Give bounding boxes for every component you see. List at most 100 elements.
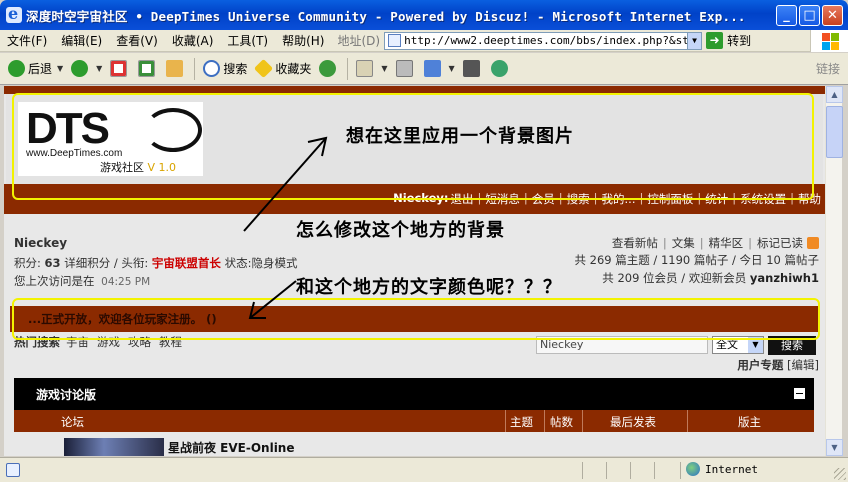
menu-view[interactable]: 查看(V) [109,32,165,49]
messenger-button[interactable] [490,60,511,77]
annotation-bg-change: 怎么修改这个地方的背景 [296,220,505,241]
user-special: 用户专题 [编辑] [737,357,819,373]
stop-button[interactable] [110,60,130,77]
page-status-icon [6,463,20,477]
user-name[interactable]: Nieckey [14,236,67,250]
edit-button[interactable]: ▼ [423,60,455,77]
vertical-scrollbar[interactable]: ▲ ▼ [825,86,843,456]
annotation-bg-image: 想在这里应用一个背景图片 [346,126,574,147]
print-button[interactable] [395,60,416,77]
points-value: 63 [44,256,61,270]
menu-help[interactable]: 帮助(H) [275,32,331,49]
quick-links: 查看新帖 | 文集 | 精华区 | 标记已读 [612,235,819,251]
rss-icon[interactable] [807,237,819,249]
link-mark-read[interactable]: 标记已读 [757,235,803,251]
forum-table-header [14,410,814,432]
user-special-edit[interactable]: [编辑] [787,358,819,372]
maximize-button[interactable]: □ [799,4,820,26]
globe-icon [686,462,700,476]
toolbar-separator [347,57,349,80]
column-last-post: 最后发表 [610,415,656,429]
window-title: 深度时空宇宙社区 • DeepTimes Universe Community … [26,8,746,24]
close-button[interactable]: ✕ [822,4,843,26]
history-button[interactable] [319,60,339,77]
stop-icon [110,60,128,77]
security-zone: Internet [686,462,758,476]
menu-tools[interactable]: 工具(T) [220,32,275,49]
windows-logo-icon [810,29,848,52]
column-forum: 论坛 [61,415,84,429]
scroll-up-icon[interactable]: ▲ [826,86,843,103]
status-label: 状态: [224,256,252,270]
forum-section-title[interactable]: 游戏讨论版 [36,386,96,403]
refresh-icon [138,60,156,77]
points-desc[interactable]: 详细积分 / 头衔: [64,256,148,270]
title-bar: 深度时空宇宙社区 • DeepTimes Universe Community … [0,0,848,30]
forward-button[interactable]: ▼ [71,60,102,77]
points-label: 积分: [14,256,41,270]
back-label: 后退 [28,62,53,76]
discuss-button[interactable] [462,60,483,77]
messenger-icon [490,60,508,77]
menu-edit[interactable]: 编辑(E) [54,32,109,49]
resize-grip-icon[interactable] [834,468,846,480]
go-button[interactable]: ➜ 转到 [706,32,751,49]
go-arrow-icon: ➜ [706,32,724,49]
history-icon [319,60,337,77]
home-button[interactable] [166,60,186,77]
back-button[interactable]: 后退 ▼ [8,60,63,77]
forum-thumbnail[interactable] [64,438,164,456]
page-icon [388,34,402,47]
user-special-label[interactable]: 用户专题 [737,358,783,372]
newest-member[interactable]: yanzhiwh1 [750,271,819,285]
scroll-thumb[interactable] [826,106,843,158]
menu-bar: 文件(F) 编辑(E) 查看(V) 收藏(A) 工具(T) 帮助(H) 地址(D… [0,29,848,52]
refresh-button[interactable] [138,60,158,77]
member-stats-text: 共 209 位会员 / 欢迎新会员 [602,271,747,285]
last-visit-label: 您上次访问是在 [14,274,95,288]
standard-toolbar: 后退 ▼ ▼ 搜索 收藏夹 ▼ ▼ 链接 [0,53,848,85]
scroll-down-icon[interactable]: ▼ [826,439,843,456]
menu-file[interactable]: 文件(F) [0,32,54,49]
collapse-icon[interactable] [794,388,805,399]
forward-dropdown-icon[interactable]: ▼ [96,64,102,73]
address-bar[interactable]: http://www2.deeptimes.com/bbs/index.php?… [384,31,703,50]
minimize-button[interactable]: _ [776,4,797,26]
link-collection[interactable]: 文集 [672,235,695,251]
home-icon [166,60,184,77]
link-new-posts[interactable]: 查看新帖 [612,235,658,251]
status-bar: Internet [0,457,848,482]
links-label[interactable]: 链接 [816,60,840,77]
address-input[interactable]: http://www2.deeptimes.com/bbs/index.php?… [404,34,687,47]
user-info: 积分: 63 详细积分 / 头衔: 宇宙联盟首长 状态:隐身模式 [14,255,297,271]
ie-icon [6,4,22,23]
back-dropdown-icon[interactable]: ▼ [57,64,63,73]
star-icon [254,58,274,79]
forum-section-header [14,378,814,412]
menu-favorites[interactable]: 收藏(A) [165,32,221,49]
forum-stats: 共 269 篇主题 / 1190 篇帖子 / 今日 10 篇帖子 [574,253,820,267]
column-posts: 帖数 [550,415,573,429]
address-label: 地址(D) [337,34,381,48]
address-dropdown-icon[interactable]: ▼ [687,32,702,49]
edit-page-icon [423,60,441,77]
mail-icon [356,60,374,77]
edit-dropdown-icon[interactable]: ▼ [449,64,455,73]
forum-name[interactable]: 星战前夜 EVE-Online [168,439,295,456]
member-stats: 共 209 位会员 / 欢迎新会员 yanzhiwh1 [602,270,819,286]
search-button[interactable]: 搜索 [203,60,247,77]
user-rank: 宇宙联盟首长 [151,256,221,270]
printer-icon [395,60,413,77]
column-moderator: 版主 [738,415,761,429]
link-digest[interactable]: 精华区 [709,235,744,251]
favorites-label: 收藏夹 [275,62,312,76]
search-label: 搜索 [223,62,248,76]
status-value[interactable]: 隐身模式 [251,256,297,270]
magnifier-icon [203,60,221,77]
go-label: 转到 [727,34,752,48]
zone-label: Internet [705,462,758,476]
favorites-button[interactable]: 收藏夹 [254,58,312,79]
mail-button[interactable]: ▼ [356,60,388,77]
mail-dropdown-icon[interactable]: ▼ [381,64,387,73]
discuss-icon [462,60,480,77]
